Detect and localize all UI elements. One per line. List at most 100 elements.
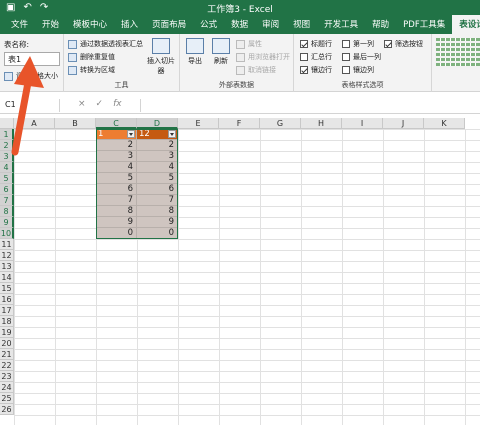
- select-all-corner[interactable]: [0, 118, 14, 129]
- row-header-19[interactable]: 19: [0, 327, 14, 338]
- row-header-5[interactable]: 5: [0, 173, 14, 184]
- cancel-icon[interactable]: ×: [78, 99, 86, 109]
- table-cell-c5[interactable]: 5: [96, 173, 137, 184]
- formula-input[interactable]: [140, 99, 480, 112]
- table-cell-c8[interactable]: 8: [96, 206, 137, 217]
- column-header-k[interactable]: K: [424, 118, 465, 129]
- tab-0[interactable]: 文件: [4, 18, 35, 34]
- row-header-23[interactable]: 23: [0, 371, 14, 382]
- row-header-1[interactable]: 1: [0, 129, 14, 140]
- worksheet-grid[interactable]: A B C D E F G H I J K 1 2 3 4 5 6 7 8 9 10 11 12 13 14 15 16 17 18 19…: [0, 118, 480, 425]
- row-header-25[interactable]: 25: [0, 393, 14, 404]
- row-header-2[interactable]: 2: [0, 140, 14, 151]
- tab-6[interactable]: 数据: [224, 18, 255, 34]
- row-header-8[interactable]: 8: [0, 206, 14, 217]
- table-cell-d9[interactable]: 9: [137, 217, 178, 228]
- column-header-i[interactable]: I: [342, 118, 383, 129]
- tab-8[interactable]: 视图: [286, 18, 317, 34]
- column-header-e[interactable]: E: [178, 118, 219, 129]
- tab-11[interactable]: PDF工具集: [396, 18, 452, 34]
- tab-7[interactable]: 审阅: [255, 18, 286, 34]
- table-cell-d4[interactable]: 4: [137, 162, 178, 173]
- open-in-browser-button[interactable]: 用浏览器打开: [236, 52, 290, 62]
- row-header-11[interactable]: 11: [0, 239, 14, 250]
- tab-1[interactable]: 开始: [35, 18, 66, 34]
- pivot-summary-button[interactable]: 通过数据透视表汇总: [68, 39, 143, 49]
- convert-to-range-button[interactable]: 转换为区域: [68, 65, 115, 75]
- table-cell-d8[interactable]: 8: [137, 206, 178, 217]
- tab-10[interactable]: 帮助: [365, 18, 396, 34]
- row-header-26[interactable]: 26: [0, 404, 14, 415]
- export-label: 导出: [188, 57, 202, 65]
- column-header-f[interactable]: F: [219, 118, 260, 129]
- function-icon[interactable]: fx: [113, 99, 122, 109]
- filter-dropdown-icon[interactable]: [127, 130, 135, 138]
- filter-button-checkbox[interactable]: 筛选按钮: [384, 39, 423, 49]
- table-header-d[interactable]: 12: [137, 129, 178, 140]
- resize-table-button[interactable]: 调整表格大小: [4, 71, 58, 81]
- table-cell-d7[interactable]: 7: [137, 195, 178, 206]
- table-cell-d6[interactable]: 6: [137, 184, 178, 195]
- table-header-c[interactable]: 1: [96, 129, 137, 140]
- row-header-4[interactable]: 4: [0, 162, 14, 173]
- banded-rows-checkbox[interactable]: 镶边行: [300, 65, 332, 75]
- header-row-checkbox[interactable]: 标题行: [300, 39, 332, 49]
- banded-columns-checkbox[interactable]: 镶边列: [342, 65, 374, 75]
- table-cell-d2[interactable]: 2: [137, 140, 178, 151]
- tab-9[interactable]: 开发工具: [317, 18, 365, 34]
- unlink-button[interactable]: 取消链接: [236, 65, 276, 75]
- row-header-22[interactable]: 22: [0, 360, 14, 371]
- table-cell-c4[interactable]: 4: [96, 162, 137, 173]
- row-header-3[interactable]: 3: [0, 151, 14, 162]
- tab-4[interactable]: 页面布局: [145, 18, 193, 34]
- row-header-15[interactable]: 15: [0, 283, 14, 294]
- name-box[interactable]: C1: [2, 99, 60, 112]
- properties-button[interactable]: 属性: [236, 39, 262, 49]
- row-header-16[interactable]: 16: [0, 294, 14, 305]
- row-header-17[interactable]: 17: [0, 305, 14, 316]
- row-header-20[interactable]: 20: [0, 338, 14, 349]
- row-header-6[interactable]: 6: [0, 184, 14, 195]
- table-cell-c6[interactable]: 6: [96, 184, 137, 195]
- row-header-12[interactable]: 12: [0, 250, 14, 261]
- table-cell-d10[interactable]: 0: [137, 228, 178, 239]
- table-cell-c10[interactable]: 0: [96, 228, 137, 239]
- enter-icon[interactable]: ✓: [96, 99, 104, 109]
- row-header-13[interactable]: 13: [0, 261, 14, 272]
- row-header-9[interactable]: 9: [0, 217, 14, 228]
- table-name-input[interactable]: 表1: [4, 52, 60, 66]
- row-header-24[interactable]: 24: [0, 382, 14, 393]
- column-header-a[interactable]: A: [14, 118, 55, 129]
- first-column-checkbox[interactable]: 第一列: [342, 39, 374, 49]
- table-cell-c9[interactable]: 9: [96, 217, 137, 228]
- row-header-10[interactable]: 10: [0, 228, 14, 239]
- table-cell-c3[interactable]: 3: [96, 151, 137, 162]
- refresh-button[interactable]: 刷新: [208, 38, 234, 66]
- filter-dropdown-icon[interactable]: [168, 130, 176, 138]
- table-cell-d5[interactable]: 5: [137, 173, 178, 184]
- last-column-checkbox[interactable]: 最后一列: [342, 52, 381, 62]
- row-header-18[interactable]: 18: [0, 316, 14, 327]
- table-cell-c7[interactable]: 7: [96, 195, 137, 206]
- column-header-h[interactable]: H: [301, 118, 342, 129]
- column-header-j[interactable]: J: [383, 118, 424, 129]
- cell-gridlines[interactable]: [14, 129, 480, 425]
- row-header-7[interactable]: 7: [0, 195, 14, 206]
- tab-5[interactable]: 公式: [193, 18, 224, 34]
- row-header-14[interactable]: 14: [0, 272, 14, 283]
- column-header-b[interactable]: B: [55, 118, 96, 129]
- tab-12[interactable]: 表设计: [452, 15, 480, 34]
- column-header-g[interactable]: G: [260, 118, 301, 129]
- export-button[interactable]: 导出: [182, 38, 208, 66]
- row-header-21[interactable]: 21: [0, 349, 14, 360]
- table-styles-gallery[interactable]: [436, 38, 480, 70]
- tab-2[interactable]: 模板中心: [66, 18, 114, 34]
- column-header-d[interactable]: D: [137, 118, 178, 129]
- insert-slicer-button[interactable]: 插入切片器: [146, 38, 176, 76]
- table-cell-d3[interactable]: 3: [137, 151, 178, 162]
- table-cell-c2[interactable]: 2: [96, 140, 137, 151]
- total-row-checkbox[interactable]: 汇总行: [300, 52, 332, 62]
- column-header-c[interactable]: C: [96, 118, 137, 129]
- tab-3[interactable]: 插入: [114, 18, 145, 34]
- remove-duplicates-button[interactable]: 删除重复值: [68, 52, 115, 62]
